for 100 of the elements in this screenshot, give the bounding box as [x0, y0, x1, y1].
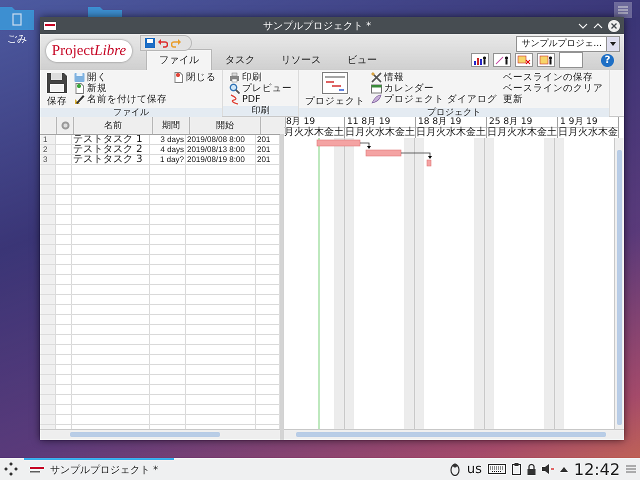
ribbon-item[interactable]: 印刷 — [229, 72, 292, 83]
launcher-icon — [4, 462, 18, 476]
document-icon — [74, 83, 85, 94]
bar-chart-icon — [473, 55, 487, 65]
quill-icon — [371, 94, 382, 105]
ribbon-item[interactable]: 閉じる — [173, 72, 216, 83]
ribbon-item[interactable]: カレンダー — [371, 83, 498, 94]
task-bar[interactable] — [366, 150, 402, 156]
day-label: 水 — [588, 128, 598, 138]
ribbon-label: 保存 — [47, 95, 67, 108]
up-arrow-icon — [560, 466, 568, 472]
day-label: 金 — [608, 128, 618, 138]
scrollbar[interactable] — [614, 138, 624, 429]
column-header[interactable]: 名前 — [74, 117, 153, 134]
task-bar[interactable] — [426, 160, 432, 166]
tab[interactable]: ビュー — [334, 49, 390, 70]
scrollbar[interactable] — [40, 429, 280, 440]
day-label: 日 — [416, 128, 426, 138]
window-title: サンプルプロジェクト * — [262, 20, 372, 32]
day-label: 水 — [375, 128, 385, 138]
day-label: 日 — [487, 128, 497, 138]
day-label: 月 — [355, 128, 365, 138]
taskbar-task[interactable]: サンプルプロジェクト * — [24, 458, 174, 480]
logo: ProjectLibre — [46, 40, 132, 62]
week-label: 18 8月 19 — [416, 117, 486, 128]
column-header[interactable] — [57, 117, 74, 134]
tools-icon — [371, 72, 382, 83]
dependency-arrow — [360, 142, 371, 149]
table-person-icon — [539, 55, 553, 65]
day-label: 金 — [466, 128, 476, 138]
day-label: 金 — [324, 128, 334, 138]
toolbar-button[interactable] — [537, 53, 555, 67]
ribbon-item[interactable]: 名前を付けて保存 — [74, 94, 167, 105]
ribbon-item[interactable]: PDF — [229, 94, 292, 105]
keyboard-icon — [488, 464, 506, 474]
ribbon-item[interactable]: プレビュー — [229, 83, 292, 94]
day-label: 木 — [456, 128, 466, 138]
tab[interactable]: タスク — [212, 49, 268, 70]
ribbon-item[interactable]: ベースラインの保存 — [503, 72, 604, 83]
undo-icon — [158, 38, 168, 48]
day-label: 火 — [578, 128, 588, 138]
group-label: ファイル — [40, 108, 222, 118]
help-button[interactable]: ? — [601, 54, 614, 66]
toolbar-button[interactable] — [471, 53, 489, 67]
speaker-icon — [542, 463, 554, 475]
ribbon-item[interactable]: 情報 — [371, 72, 498, 83]
day-label: 月 — [426, 128, 436, 138]
day-label: 水 — [446, 128, 456, 138]
clock[interactable]: 12:42 — [574, 460, 620, 478]
magnifier-icon — [229, 83, 240, 94]
ribbon-item[interactable]: 開く — [74, 72, 167, 83]
day-label: 土 — [334, 128, 344, 138]
minimize-icon — [578, 20, 588, 30]
day-label: 月 — [497, 128, 507, 138]
keyboard-layout[interactable]: us — [466, 462, 482, 476]
menu-icon — [618, 6, 628, 14]
calendar-icon — [371, 83, 382, 94]
day-label: 木 — [385, 128, 395, 138]
ribbon-item[interactable]: 新規 — [74, 83, 167, 94]
day-label: 火 — [507, 128, 517, 138]
column-header[interactable]: 開始 — [190, 117, 261, 134]
desktop-menu-button[interactable] — [614, 2, 632, 18]
group-label: プロジェクト — [299, 108, 610, 118]
day-label: 金 — [395, 128, 405, 138]
dependency-arrow — [400, 152, 432, 159]
lock-icon — [526, 463, 536, 475]
task-bar[interactable] — [316, 140, 360, 146]
day-label: 火 — [436, 128, 446, 138]
day-label: 土 — [476, 128, 486, 138]
day-label: 日 — [558, 128, 568, 138]
day-label: 月 — [568, 128, 578, 138]
day-label: 日 — [345, 128, 355, 138]
group-label: 印刷 — [223, 106, 298, 116]
day-label: 木 — [314, 128, 324, 138]
column-header[interactable]: 期間 — [153, 117, 190, 134]
redo-icon — [171, 38, 181, 48]
ribbon-item[interactable]: ベースラインのクリア — [503, 83, 604, 94]
close-icon — [608, 20, 620, 32]
week-label: 1 9月 19 — [558, 117, 618, 128]
app-icon — [44, 22, 56, 30]
day-label: 土 — [547, 128, 557, 138]
toolbar-button[interactable] — [493, 53, 511, 67]
week-label: 11 8月 19 — [345, 117, 415, 128]
info-icon — [60, 121, 70, 130]
day-label: 火 — [365, 128, 375, 138]
day-label: 水 — [517, 128, 527, 138]
menu-icon — [626, 464, 636, 474]
tab[interactable]: リソース — [268, 49, 334, 70]
project-dropdown[interactable]: サンプルプロジェ... — [516, 36, 620, 52]
app-icon — [30, 466, 44, 474]
save-icon — [145, 38, 155, 48]
line-chart-icon — [495, 55, 509, 65]
table-delete-icon — [517, 55, 531, 65]
column-header — [40, 117, 57, 134]
ribbon-item[interactable]: プロジェクト ダイアログ — [371, 94, 498, 105]
tab[interactable]: ファイル — [146, 49, 212, 70]
ribbon-item[interactable]: 更新 — [503, 94, 604, 105]
day-label: 金 — [537, 128, 547, 138]
week-label: 8月 19 — [284, 117, 344, 128]
scrollbar[interactable] — [284, 429, 624, 440]
